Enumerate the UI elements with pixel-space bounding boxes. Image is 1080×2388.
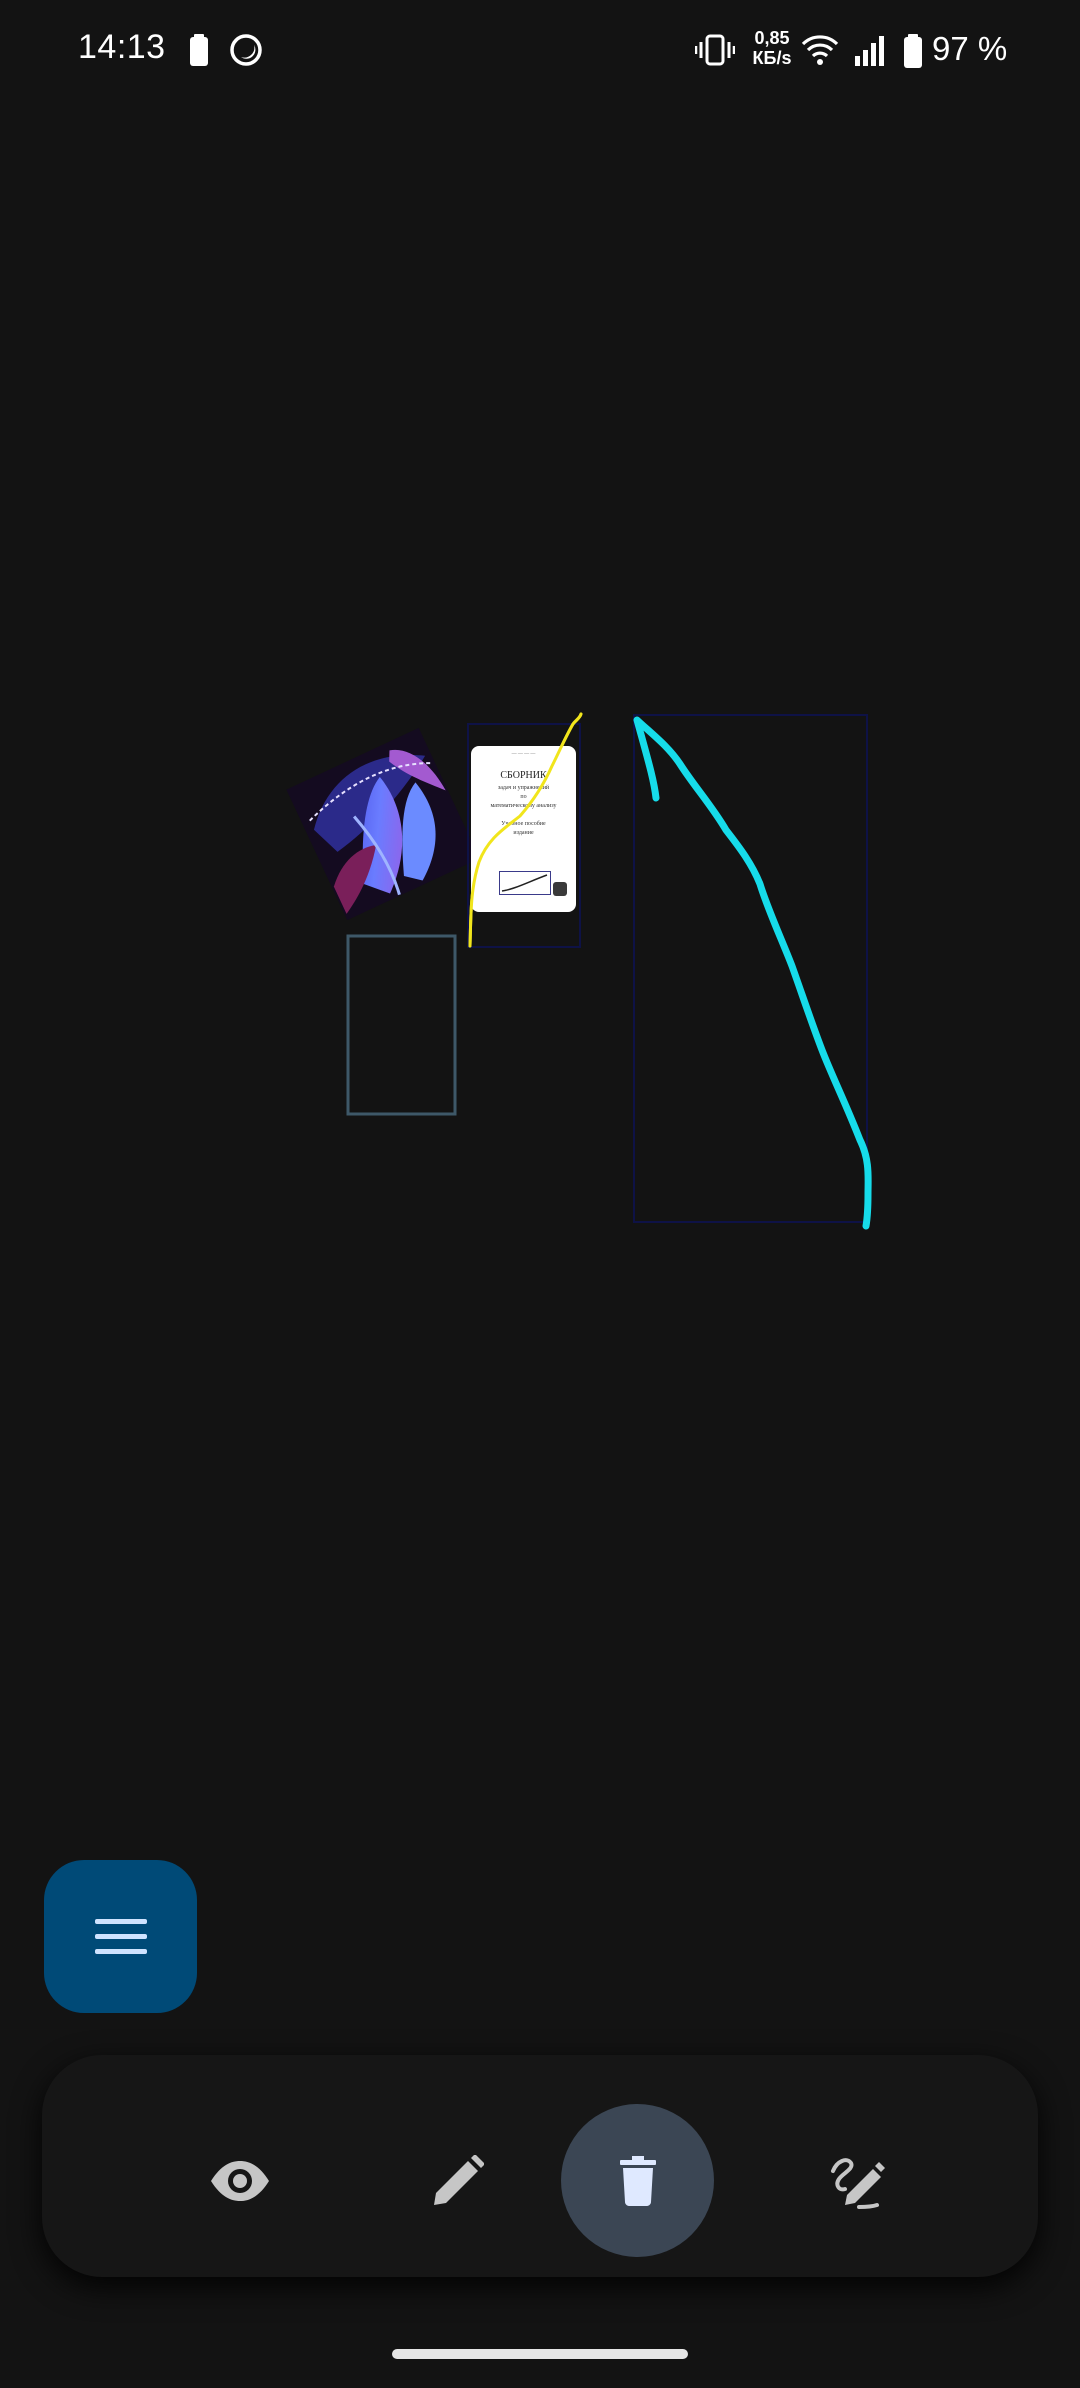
trash-icon <box>619 2155 656 2206</box>
canvas-drawing-layer <box>286 712 872 1230</box>
network-speed-value: 0,85 <box>754 28 790 48</box>
network-speed: 0,85 КБ/s <box>750 28 794 68</box>
cyan-stroke[interactable] <box>633 716 872 1230</box>
battery-icon <box>904 34 922 68</box>
pencil-icon <box>433 2154 484 2205</box>
cellular-signal-icon <box>855 36 884 66</box>
vibrate-icon <box>695 34 735 66</box>
handwriting-pencil-icon <box>830 2157 885 2209</box>
status-bar: 14:13 0,85 КБ/s 97 % <box>0 0 1080 100</box>
document-title: СБОРНИК <box>500 770 547 781</box>
document-subtitle-line: издание <box>513 830 534 836</box>
document-subtitle-line: задач и упражнений <box>497 785 550 791</box>
graph-curve <box>501 874 548 892</box>
draw-mode-button[interactable] <box>381 2104 534 2257</box>
bottom-toolbar <box>42 2055 1038 2277</box>
document-subtitle-line: Учебное пособие <box>501 821 546 827</box>
delete-mode-button[interactable] <box>561 2104 714 2257</box>
menu-icon <box>94 1918 147 1954</box>
eye-icon <box>210 2160 269 2201</box>
document-subtitle-line <box>475 811 572 820</box>
wifi-icon <box>801 35 839 65</box>
screen: 14:13 0,85 КБ/s 97 % — — — — СБОРНИК зад… <box>0 0 1080 2388</box>
handwriting-mode-button[interactable] <box>780 2104 933 2257</box>
empty-frame[interactable] <box>346 934 457 1116</box>
status-time: 14:13 <box>78 28 166 66</box>
document-graph-figure <box>499 871 551 895</box>
artwork-image[interactable] <box>286 727 480 921</box>
battery-saver-icon <box>190 34 208 66</box>
menu-fab[interactable] <box>44 1860 197 2013</box>
battery-percent: 97 % <box>932 30 1008 67</box>
moon-icon <box>230 34 262 66</box>
network-speed-unit: КБ/s <box>752 48 792 68</box>
document-subtitle: задач и упражнений по математическому ан… <box>475 784 572 838</box>
drawing-canvas[interactable] <box>0 100 1080 2050</box>
document-header: — — — — <box>511 752 536 757</box>
document-subtitle-line: математическому анализу <box>490 803 557 809</box>
gesture-navigation-bar[interactable] <box>392 2349 688 2359</box>
document-subtitle-line: по <box>520 794 527 800</box>
view-mode-button[interactable] <box>163 2104 316 2257</box>
document-page-badge <box>553 882 567 896</box>
stroke-selection-frame <box>633 714 868 1223</box>
document-preview[interactable]: — — — — СБОРНИК задач и упражнений по ма… <box>471 746 576 912</box>
